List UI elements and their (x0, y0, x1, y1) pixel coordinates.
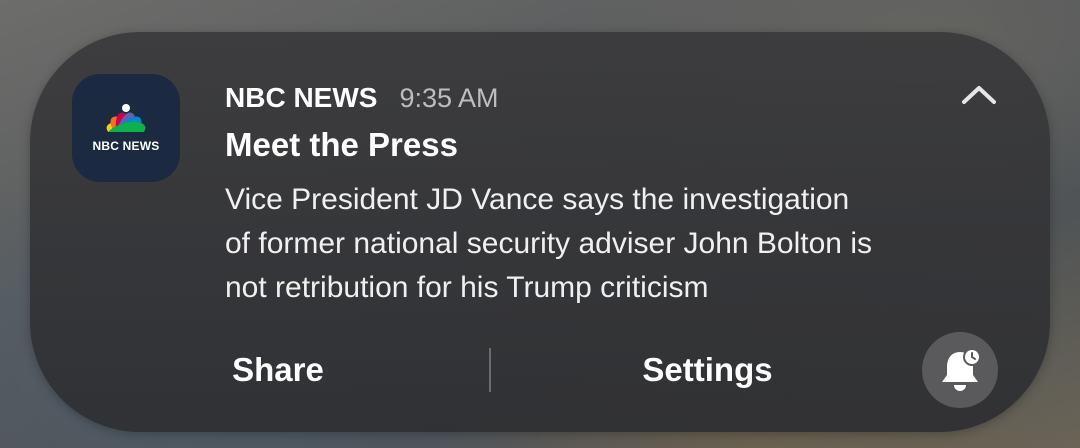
notification-body-line: of former national security adviser John… (225, 227, 872, 260)
notification-header: NBC NEWS 9:35 AM (225, 80, 499, 116)
collapse-button[interactable] (958, 78, 1000, 112)
app-icon-wordmark: NBC NEWS (92, 139, 160, 153)
notification-card[interactable]: NBC NEWS NBC NEWS 9:35 AM Meet the Press… (30, 32, 1050, 432)
chevron-up-icon (962, 86, 996, 104)
notification-body-line: Vice President JD Vance says the investi… (225, 183, 850, 216)
notification-body: Vice President JD Vance says the investi… (225, 178, 1005, 310)
notification-body-line: not retribution for his Trump criticism (225, 271, 709, 304)
app-name: NBC NEWS (225, 82, 378, 113)
notification-title: Meet the Press (225, 126, 458, 163)
bell-snooze-icon (942, 348, 981, 391)
timestamp: 9:35 AM (399, 82, 499, 113)
app-icon: NBC NEWS (72, 74, 180, 182)
settings-button[interactable]: Settings (615, 342, 800, 398)
snooze-button[interactable] (922, 332, 998, 408)
action-divider (489, 348, 491, 392)
share-button[interactable]: Share (208, 342, 348, 398)
nbc-peacock-icon (92, 104, 160, 138)
